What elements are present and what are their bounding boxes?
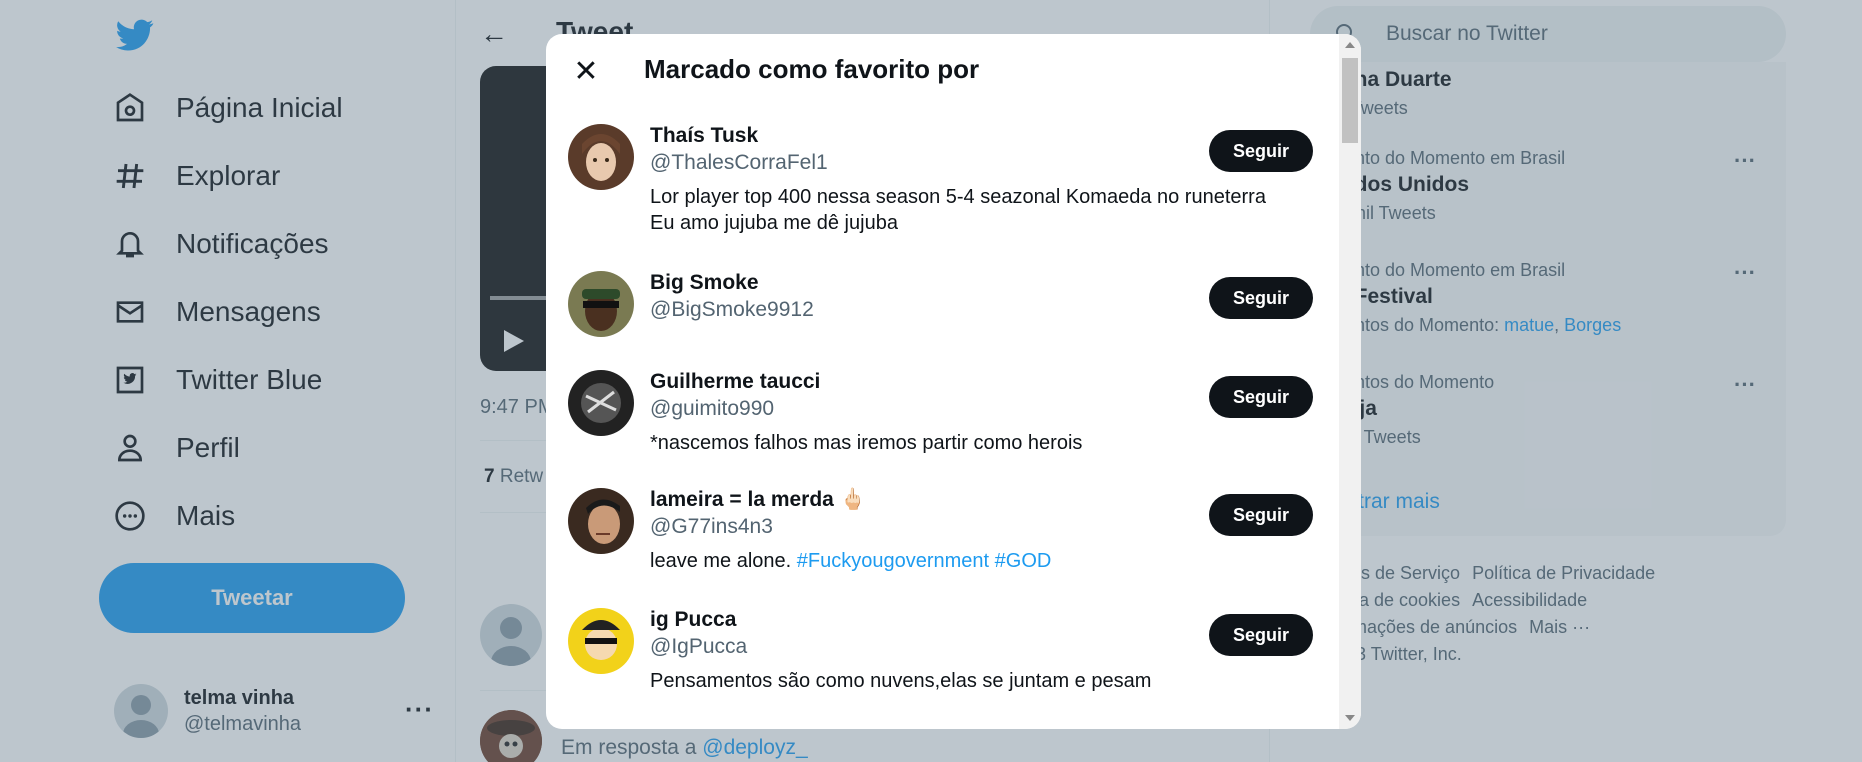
user-bio: leave me alone. #Fuckyougovernment #GOD xyxy=(650,548,1290,574)
follow-button[interactable]: Seguir xyxy=(1209,277,1313,319)
follow-button[interactable]: Seguir xyxy=(1209,130,1313,172)
avatar[interactable] xyxy=(568,271,634,337)
avatar[interactable] xyxy=(568,488,634,554)
user-handle: @BigSmoke9912 xyxy=(650,298,814,321)
scroll-down-arrow-icon[interactable] xyxy=(1345,715,1355,721)
modal-backdrop[interactable]: ✕ Marcado como favorito por Thaís Tusk @… xyxy=(0,0,1862,762)
modal-header: ✕ Marcado como favorito por xyxy=(546,34,1336,108)
follow-button[interactable]: Seguir xyxy=(1209,494,1313,536)
avatar[interactable] xyxy=(568,370,634,436)
scroll-up-arrow-icon[interactable] xyxy=(1345,42,1355,48)
follow-button[interactable]: Seguir xyxy=(1209,376,1313,418)
user-bio: Pensamentos são como nuvens,elas se junt… xyxy=(650,670,1152,692)
user-name[interactable]: Guilherme taucci xyxy=(650,370,820,394)
avatar[interactable] xyxy=(568,124,634,190)
avatar[interactable] xyxy=(568,608,634,674)
scrollbar-thumb[interactable] xyxy=(1342,58,1358,143)
modal-scrollbar[interactable] xyxy=(1339,34,1361,729)
user-name[interactable]: lameira = la merda 🖕🏻 xyxy=(650,488,866,512)
user-name[interactable]: ig Pucca xyxy=(650,608,736,632)
user-handle: @ThalesCorraFel1 xyxy=(650,151,828,174)
close-icon[interactable]: ✕ xyxy=(568,54,604,90)
hashtag-links[interactable]: #Fuckyougovernment #GOD xyxy=(797,550,1052,572)
user-bio-text: leave me alone. xyxy=(650,550,792,572)
user-handle: @guimito990 xyxy=(650,397,775,420)
user-name[interactable]: Big Smoke xyxy=(650,271,759,295)
user-name[interactable]: Thaís Tusk xyxy=(650,124,758,148)
user-handle: @IgPucca xyxy=(650,635,748,658)
follow-button[interactable]: Seguir xyxy=(1209,614,1313,656)
user-bio: *nascemos falhos mas iremos partir como … xyxy=(650,432,1083,454)
user-bio: Lor player top 400 nessa season 5-4 seaz… xyxy=(650,186,1266,234)
user-handle: @G77ins4n3 xyxy=(650,515,773,538)
liked-by-modal: ✕ Marcado como favorito por Thaís Tusk @… xyxy=(546,34,1361,729)
modal-title: Marcado como favorito por xyxy=(644,54,980,84)
